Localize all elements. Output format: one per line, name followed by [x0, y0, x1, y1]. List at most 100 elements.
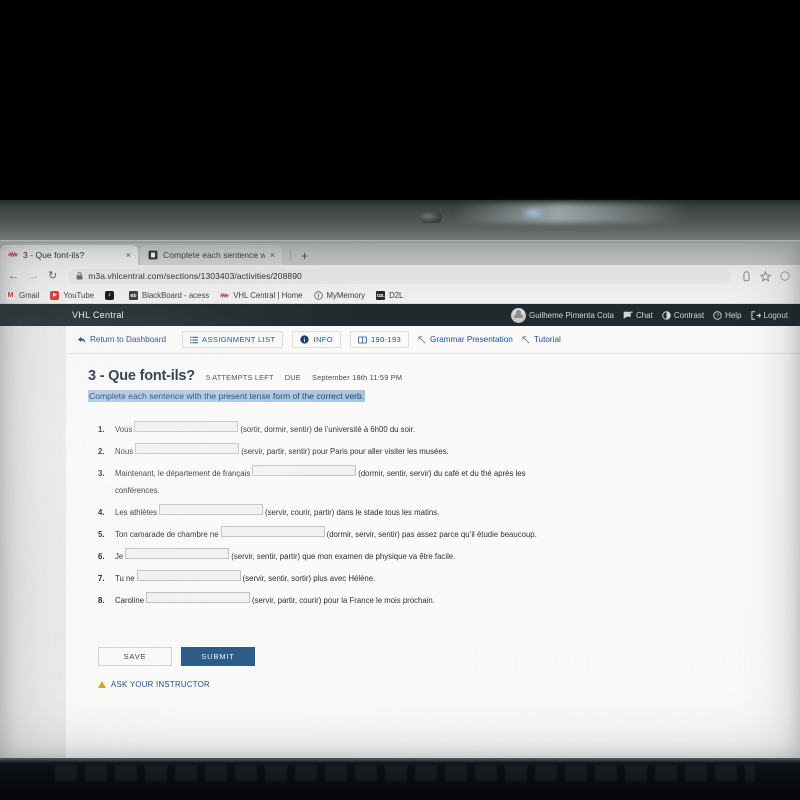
page-viewport: VHL Central Guilheme Pimenta Cota Chat C…	[0, 304, 800, 759]
back-icon[interactable]: ←	[8, 270, 19, 282]
laptop-bezel-top	[0, 0, 800, 200]
bookmark-label: MyMemory	[326, 290, 366, 300]
browser-tab-inactive[interactable]: Complete each sentence with t ×	[140, 245, 282, 265]
browser-tab-strip: 3 - Que font-ils? × Complete each senten…	[0, 243, 800, 265]
tab-close-icon[interactable]: ×	[270, 250, 275, 260]
ask-your-instructor-label: ASK YOUR INSTRUCTOR	[111, 680, 210, 689]
question-text-after: (servir, courir, partir) dans le stade t…	[265, 508, 440, 517]
question-text-after: (dormir, servir, sentir) pas assez parce…	[326, 530, 537, 539]
bookmark-d2l[interactable]: D2L D2L	[376, 290, 404, 300]
bookmark-label: BlackBoard - acess	[142, 290, 210, 300]
answer-input[interactable]	[136, 570, 241, 581]
answer-input[interactable]	[220, 526, 325, 537]
answer-input[interactable]	[135, 443, 240, 454]
bookmark-tiktok[interactable]: ♪	[105, 290, 118, 300]
question-text-before: Vous	[115, 425, 133, 434]
question-row: 8. Caroline (servir, partir, courir) pour …	[88, 592, 633, 607]
tutorial-link[interactable]: Tutorial	[522, 335, 570, 344]
question-list: 1. Vous (sortir, dormir, sentir) de l’univ…	[88, 421, 800, 607]
question-row: 7. Tu ne (servir, sentir, sortir) plus ave…	[88, 570, 633, 585]
pages-button[interactable]: 190-193	[350, 331, 409, 348]
extension-icon[interactable]	[742, 270, 751, 282]
info-button[interactable]: i INFO	[292, 331, 342, 348]
question-number: 4.	[98, 508, 105, 517]
question-text-before: Caroline	[115, 596, 145, 605]
site-logo[interactable]: VHL Central	[72, 310, 124, 320]
answer-input[interactable]	[159, 504, 264, 515]
help-button[interactable]: ? Help	[713, 310, 742, 320]
question-row: 1. Vous (sortir, dormir, sentir) de l’univ…	[88, 421, 633, 436]
question-row: 4. Les athlètes (servir, courir, partir) d…	[88, 504, 633, 519]
forward-icon[interactable]: →	[28, 270, 39, 282]
youtube-icon: ▶	[50, 290, 60, 300]
question-number: 3.	[98, 469, 105, 478]
attempts-left: 5 ATTEMPTS LEFT	[205, 373, 274, 382]
activity-body: 3 - Que font-ils? 5 ATTEMPTS LEFT DUE Se…	[66, 354, 800, 689]
avatar	[511, 307, 526, 323]
page-title: 3 - Que font-ils?	[88, 368, 195, 384]
instruction-wrap: Complete each sentence with the present …	[88, 384, 800, 404]
tab-divider	[290, 249, 291, 261]
question-text-before: Nous	[115, 447, 134, 456]
answer-input[interactable]	[252, 465, 357, 476]
save-button[interactable]: SAVE	[98, 647, 172, 666]
arrow-up-left-icon	[522, 335, 530, 343]
submit-button[interactable]: SUBMIT	[181, 647, 255, 666]
bookmark-label: D2L	[389, 290, 404, 300]
question-text-after: (servir, sentir, partir) que mon examen …	[231, 552, 456, 561]
user-account[interactable]: Guilheme Pimenta Cota	[511, 307, 614, 323]
answer-input[interactable]	[146, 592, 251, 603]
bookmark-star-icon[interactable]	[760, 270, 771, 282]
vhl-icon	[220, 292, 230, 298]
logout-label: Logout	[763, 310, 788, 320]
contrast-icon	[662, 310, 671, 320]
bookmark-youtube[interactable]: ▶ YouTube	[50, 290, 94, 300]
arrow-up-left-icon	[418, 335, 426, 343]
user-name: Guilheme Pimenta Cota	[529, 310, 614, 320]
bookmark-vhl-central[interactable]: VHL Central | Home	[220, 290, 303, 300]
bookmark-label: VHL Central | Home	[233, 290, 303, 300]
site-header-actions: Guilheme Pimenta Cota Chat Contrast ? He…	[511, 307, 788, 323]
bookmark-blackboard[interactable]: Bb BlackBoard - acess	[129, 290, 210, 300]
answer-input[interactable]	[134, 421, 239, 432]
lid-glare	[455, 203, 685, 223]
chat-label: Chat	[635, 310, 653, 320]
assignment-list-button[interactable]: ASSIGNMENT LIST	[182, 331, 284, 348]
new-tab-button[interactable]: +	[301, 250, 308, 265]
tab-close-icon[interactable]: ×	[126, 250, 131, 260]
address-bar-url: m3a.vhlcentral.com/sections/1303403/acti…	[88, 271, 302, 281]
chat-button[interactable]: Chat	[623, 311, 653, 320]
activity-card: Return to Dashboard ASSIGNMENT LIST i IN…	[66, 326, 800, 759]
address-bar[interactable]: m3a.vhlcentral.com/sections/1303403/acti…	[68, 268, 731, 284]
answer-input[interactable]	[125, 548, 230, 559]
logout-button[interactable]: Logout	[750, 310, 788, 320]
browser-tab-active[interactable]: 3 - Que font-ils? ×	[0, 245, 138, 265]
vhl-icon	[8, 251, 18, 258]
info-label: INFO	[313, 335, 334, 344]
back-arrow-icon	[77, 336, 86, 343]
d2l-icon: D2L	[376, 290, 386, 300]
bookmark-mymemory[interactable]: MyMemory	[313, 290, 366, 300]
contrast-button[interactable]: Contrast	[662, 311, 704, 320]
bookmark-gmail[interactable]: M Gmail	[6, 290, 39, 300]
browser-nav-bar: ← → ↻ m3a.vhlcentral.com/sections/130340…	[0, 265, 800, 287]
question-text-after: (dormir, sentir, servir) du café et du t…	[358, 469, 526, 478]
contrast-label: Contrast	[673, 310, 705, 320]
warning-triangle-icon	[98, 681, 106, 688]
return-to-dashboard-link[interactable]: Return to Dashboard	[77, 335, 182, 344]
help-label: Help	[725, 310, 742, 320]
ask-your-instructor-link[interactable]: ASK YOUR INSTRUCTOR	[98, 680, 800, 689]
grammar-presentation-link[interactable]: Grammar Presentation	[418, 335, 522, 344]
bookmarks-bar: M Gmail ▶ YouTube ♪ Bb BlackBoard - aces…	[0, 287, 800, 304]
question-text-after: (servir, sentir, sortir) plus avec Hélèn…	[242, 574, 376, 583]
grammar-presentation-label: Grammar Presentation	[430, 335, 513, 344]
tiktok-icon: ♪	[105, 290, 115, 300]
lid-light-reflection	[520, 207, 546, 219]
site-header: VHL Central Guilheme Pimenta Cota Chat C…	[0, 304, 800, 326]
list-icon	[190, 336, 198, 343]
activity-toolbar: Return to Dashboard ASSIGNMENT LIST i IN…	[66, 326, 800, 354]
svg-text:i: i	[304, 338, 306, 344]
reload-icon[interactable]: ↻	[48, 270, 57, 282]
doc-icon	[148, 250, 158, 260]
profile-icon[interactable]	[780, 271, 790, 281]
